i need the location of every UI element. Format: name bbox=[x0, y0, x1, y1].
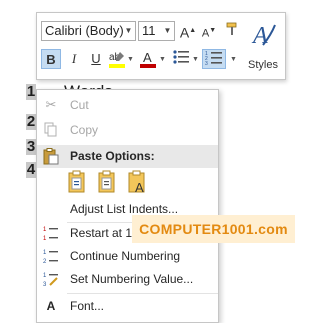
font-size-combo[interactable]: 11 ▼ bbox=[138, 21, 175, 41]
underline-button[interactable]: U bbox=[86, 49, 106, 69]
mini-toolbar: Calibri (Body) ▼ 11 ▼ A▲ A▼ A Styles B I… bbox=[36, 12, 286, 80]
continue-numbering-icon: 12 bbox=[43, 248, 59, 265]
paste-keep-text-only-icon: A bbox=[128, 170, 145, 195]
menu-item-copy[interactable]: Copy bbox=[37, 119, 218, 141]
svg-text:1: 1 bbox=[43, 273, 47, 279]
highlight-button[interactable]: ab bbox=[107, 49, 127, 69]
paste-merge-formatting-icon bbox=[98, 170, 115, 193]
menu-item-label: Copy bbox=[70, 123, 99, 137]
svg-text:3: 3 bbox=[43, 282, 47, 287]
svg-text:1: 1 bbox=[43, 227, 47, 233]
styles-icon: A bbox=[251, 23, 276, 49]
restart-numbering-icon: 11 bbox=[43, 225, 59, 242]
bullet-list-icon bbox=[173, 50, 189, 64]
menu-item-label: Font... bbox=[70, 299, 105, 313]
format-painter-icon bbox=[226, 22, 237, 35]
paste-merge-formatting-button[interactable] bbox=[97, 170, 119, 194]
list-number-3: 3 bbox=[26, 138, 36, 155]
list-number-2: 2 bbox=[26, 113, 36, 130]
grow-font-button[interactable]: A▲ bbox=[178, 21, 198, 41]
font-color-button[interactable]: A bbox=[138, 49, 158, 69]
menu-item-label: Cut bbox=[70, 98, 89, 112]
grow-font-icon: A bbox=[179, 24, 190, 41]
chevron-down-icon[interactable]: ▼ bbox=[159, 56, 166, 63]
svg-text:1: 1 bbox=[43, 250, 47, 256]
font-size-value: 11 bbox=[142, 23, 156, 38]
svg-text:A: A bbox=[251, 23, 268, 49]
styles-button[interactable]: A Styles bbox=[245, 19, 281, 75]
paste-options-label: Paste Options: bbox=[70, 149, 155, 163]
font-color-icon: A bbox=[140, 50, 156, 68]
paste-options-header: Paste Options: bbox=[37, 145, 218, 168]
list-number-1: 1 bbox=[26, 83, 36, 100]
paste-keep-formatting-button[interactable] bbox=[67, 170, 89, 194]
italic-button[interactable]: I bbox=[64, 49, 84, 69]
context-menu: ✂ Cut Copy Paste Options: A Adjust List … bbox=[36, 89, 219, 323]
clipboard-icon bbox=[43, 148, 59, 168]
shrink-font-button[interactable]: A▼ bbox=[199, 21, 219, 41]
menu-item-label: Continue Numbering bbox=[70, 249, 181, 263]
numbered-list-icon: 1 2 3 bbox=[205, 51, 222, 67]
chevron-down-icon[interactable]: ▼ bbox=[192, 56, 199, 63]
numbering-button[interactable]: 1 2 3 bbox=[202, 49, 226, 69]
menu-item-font[interactable]: A Font... bbox=[37, 295, 218, 317]
svg-text:3: 3 bbox=[205, 61, 208, 66]
chevron-down-icon[interactable]: ▼ bbox=[127, 56, 134, 63]
menu-item-label: Restart at 1 bbox=[70, 226, 133, 240]
format-painter-button[interactable] bbox=[222, 21, 242, 41]
menu-item-continue-numbering[interactable]: 12 Continue Numbering bbox=[37, 245, 218, 267]
chevron-down-icon[interactable]: ▼ bbox=[230, 56, 237, 63]
watermark-badge: COMPUTER1001.com bbox=[132, 215, 295, 243]
menu-separator bbox=[67, 293, 218, 294]
svg-text:2: 2 bbox=[43, 259, 47, 264]
font-icon: A bbox=[46, 299, 56, 313]
styles-label: Styles bbox=[248, 59, 278, 71]
scissors-icon: ✂ bbox=[45, 97, 57, 112]
font-name-value: Calibri (Body) bbox=[45, 23, 124, 38]
svg-text:1: 1 bbox=[43, 236, 47, 241]
menu-item-set-numbering-value[interactable]: 13 Set Numbering Value... bbox=[37, 268, 218, 290]
set-numbering-value-icon: 13 bbox=[43, 271, 59, 288]
paste-keep-text-only-button[interactable]: A bbox=[127, 170, 149, 195]
bold-button[interactable]: B bbox=[41, 49, 61, 69]
svg-text:A: A bbox=[135, 180, 144, 194]
bullets-button[interactable] bbox=[171, 49, 191, 69]
list-number-4: 4 bbox=[26, 161, 36, 178]
svg-text:A: A bbox=[143, 50, 152, 65]
menu-item-cut[interactable]: ✂ Cut bbox=[37, 94, 218, 116]
paste-keep-formatting-icon bbox=[68, 170, 85, 193]
chevron-down-icon[interactable]: ▼ bbox=[122, 22, 135, 40]
font-name-combo[interactable]: Calibri (Body) ▼ bbox=[41, 21, 136, 41]
menu-item-label: Set Numbering Value... bbox=[70, 272, 194, 286]
copy-icon bbox=[43, 122, 59, 138]
highlighter-icon: ab bbox=[109, 52, 125, 68]
chevron-down-icon[interactable]: ▼ bbox=[161, 22, 174, 40]
